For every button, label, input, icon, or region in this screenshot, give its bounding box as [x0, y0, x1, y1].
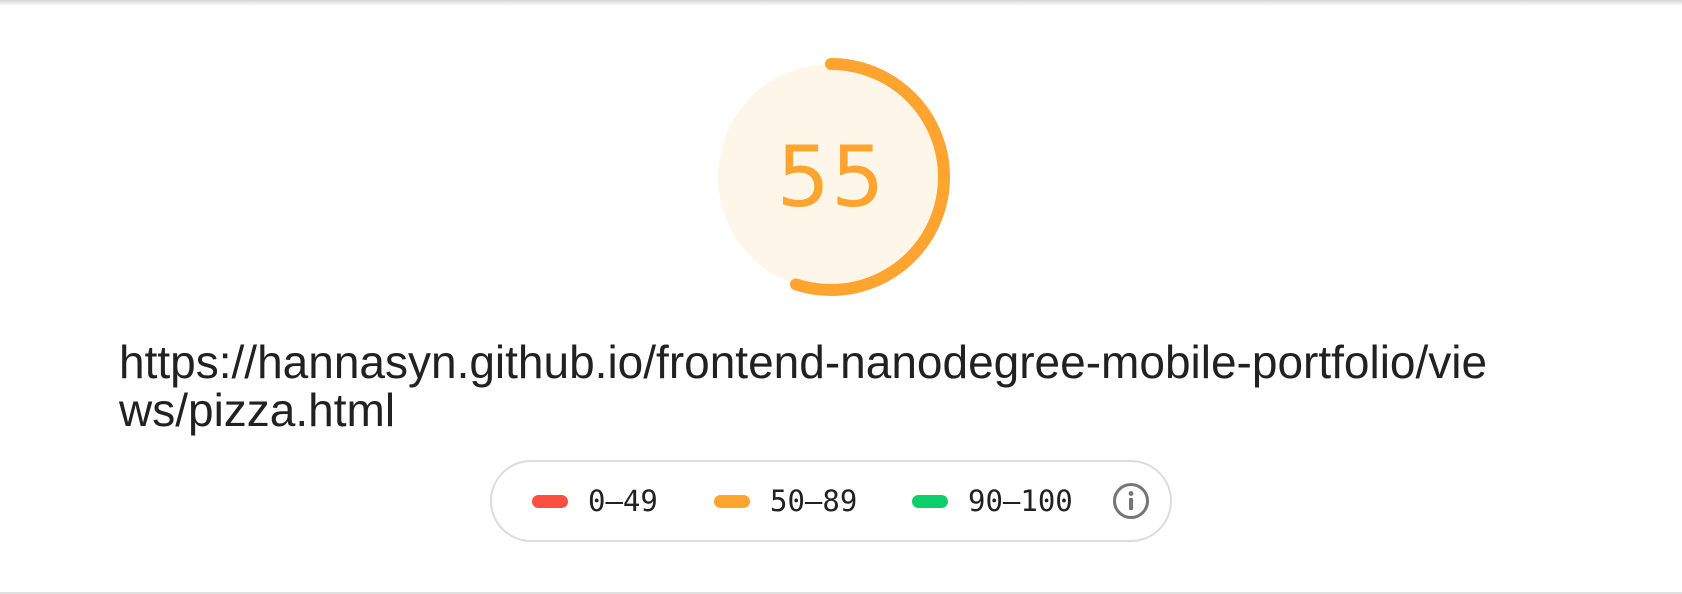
legend-item-average: 50–89	[714, 462, 857, 540]
legend-label-pass: 90–100	[968, 484, 1073, 518]
legend-item-fail: 0–49	[532, 462, 658, 540]
fail-swatch-icon	[532, 494, 568, 508]
legend-label-fail: 0–49	[588, 484, 658, 518]
legend-label-average: 50–89	[770, 484, 858, 518]
score-scale-legend: 0–49 50–89 90–100	[490, 460, 1172, 542]
info-icon[interactable]	[1112, 482, 1150, 520]
pass-swatch-icon	[912, 494, 948, 508]
audited-page-url: https://hannasyn.github.io/frontend-nano…	[119, 336, 1488, 436]
legend-item-pass: 90–100	[912, 462, 1073, 540]
score-value: 55	[776, 128, 886, 226]
top-edge-shadow	[0, 0, 1682, 6]
average-swatch-icon	[714, 494, 750, 508]
performance-score-gauge: 55	[710, 56, 952, 298]
